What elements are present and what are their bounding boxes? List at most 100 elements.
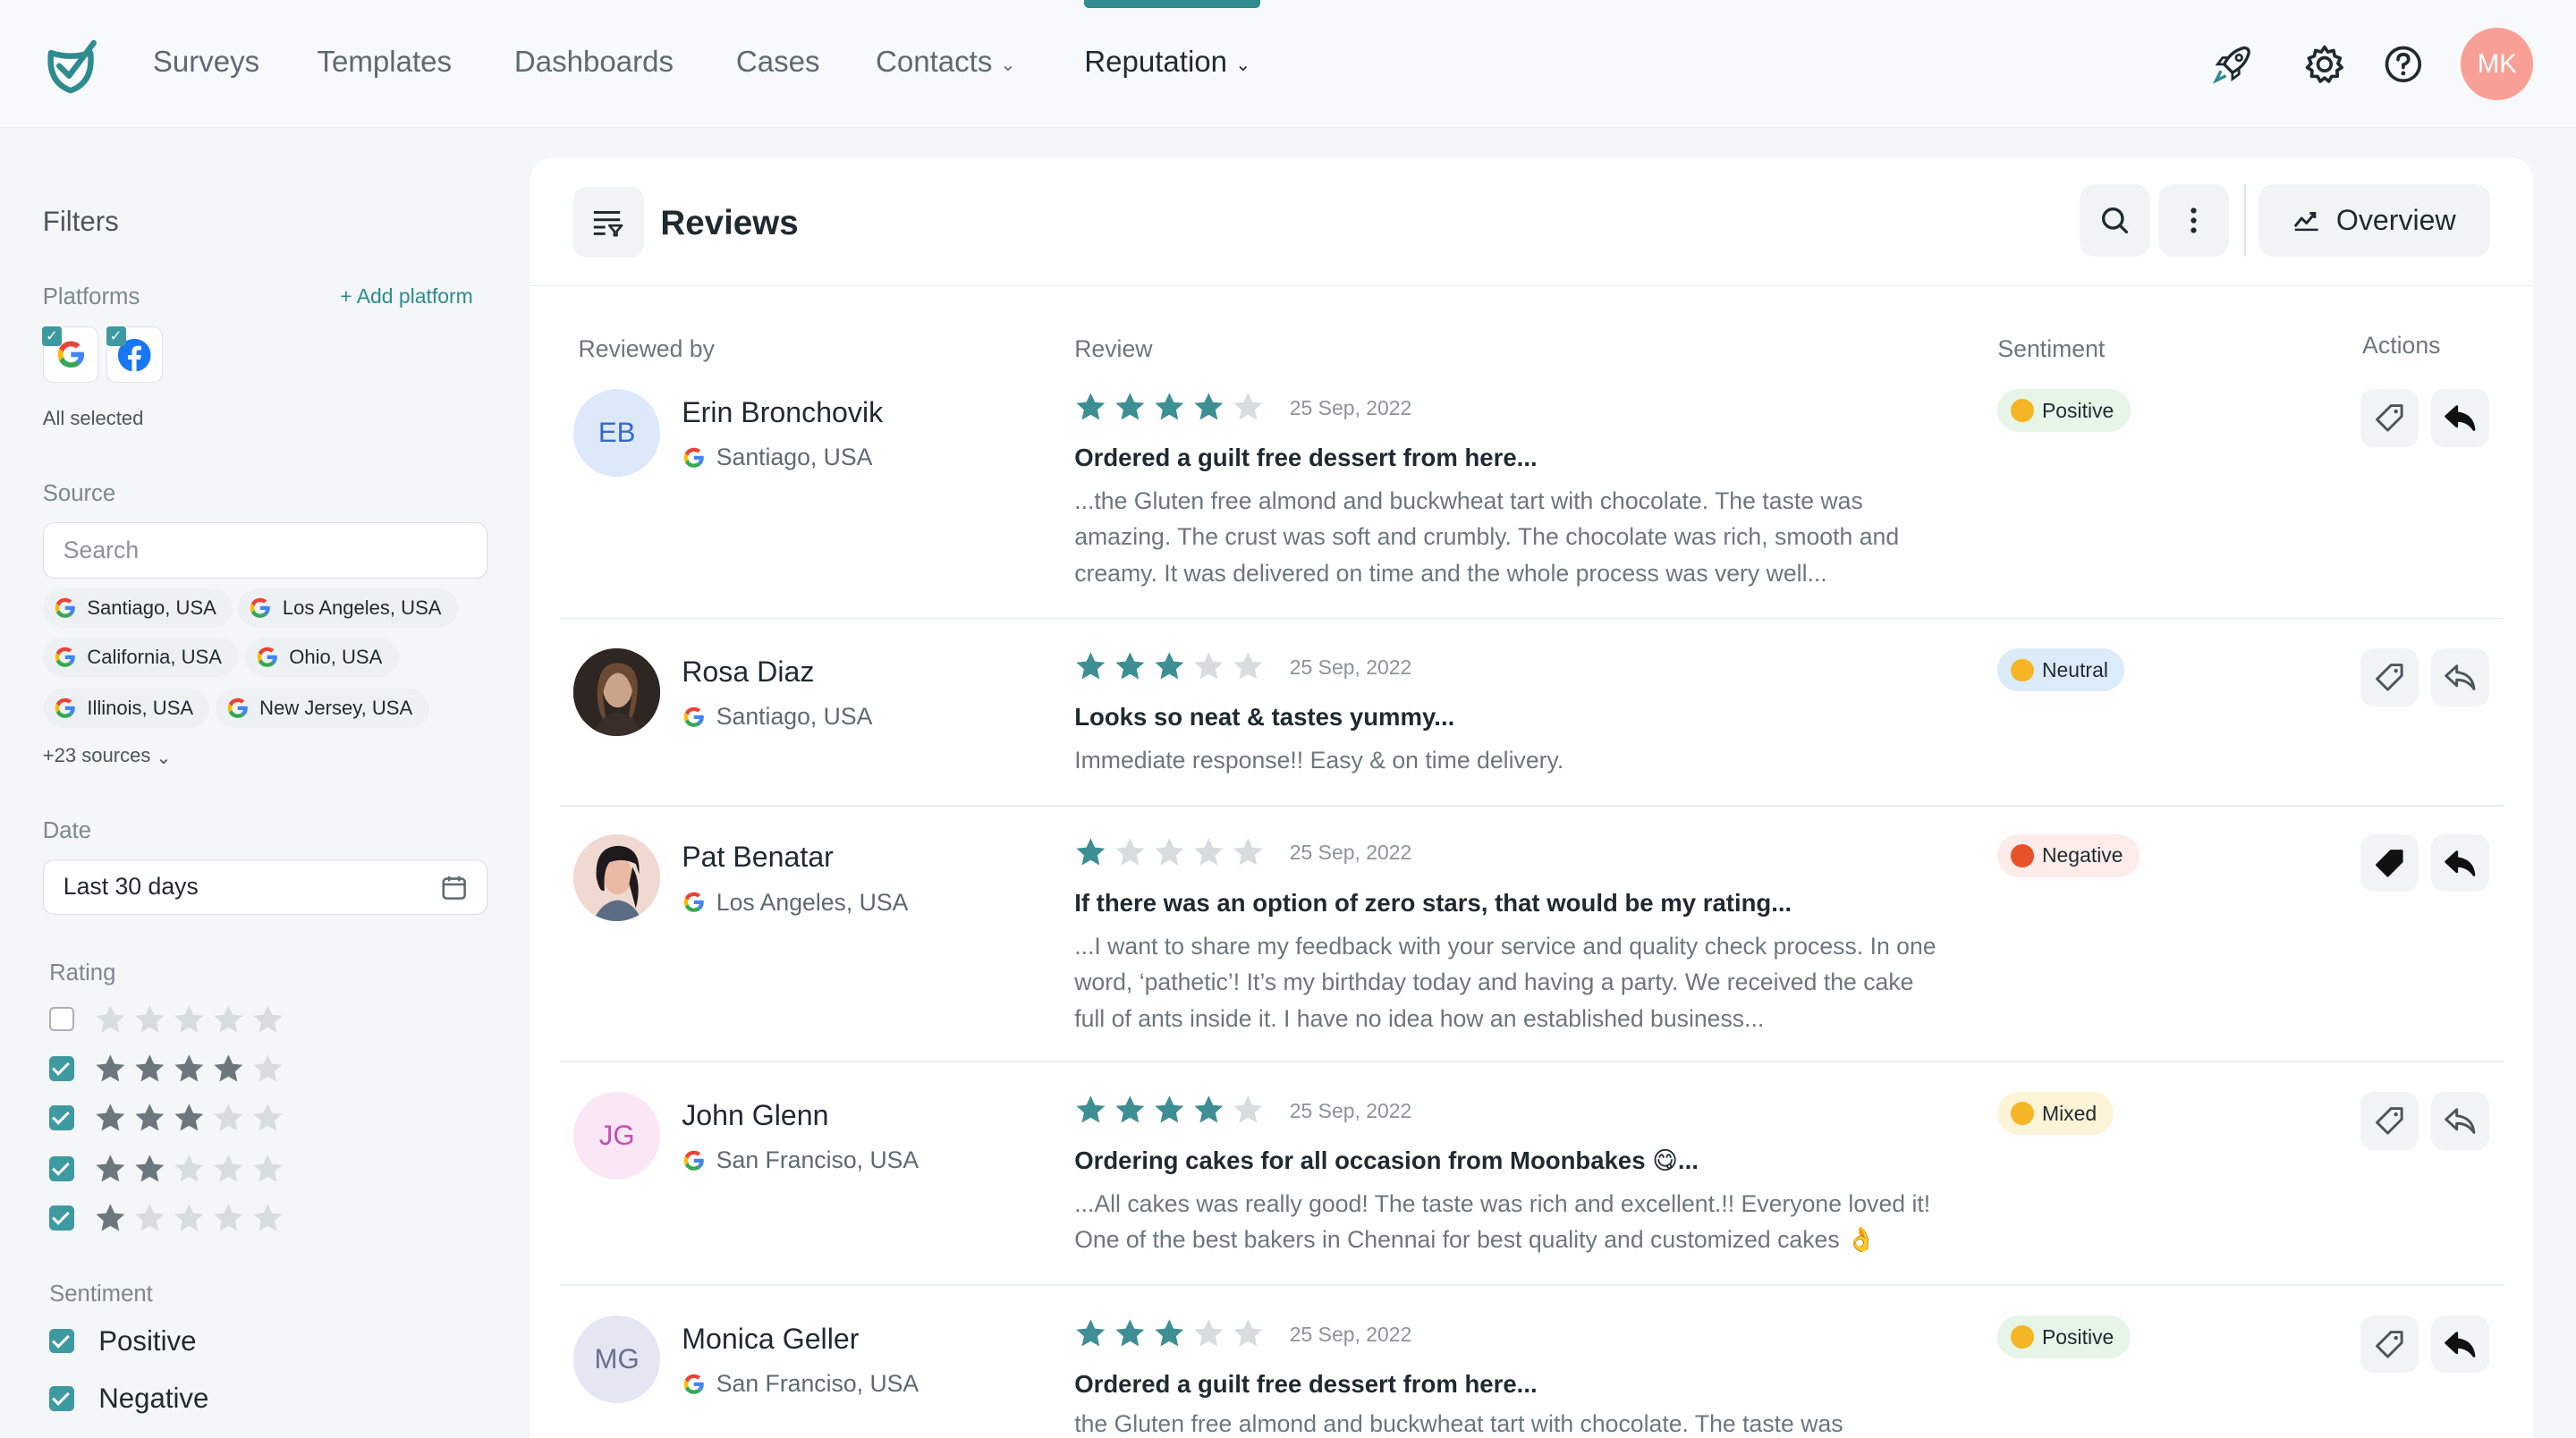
more-options-button[interactable] [2158,183,2230,257]
star-icon [214,1204,243,1231]
check-icon: ✓ [41,326,62,346]
star-icon [1155,1095,1184,1123]
rating-4-checkbox[interactable] [49,1055,74,1081]
source-chip[interactable]: Santiago, USA [42,588,233,628]
app-logo-icon[interactable] [41,33,100,96]
review-date: 25 Sep, 2022 [1289,841,1412,865]
google-icon [255,645,280,670]
user-photo-icon [573,834,661,922]
check-icon: ✓ [106,326,126,346]
platform-google[interactable]: ✓ [41,326,99,383]
search-button[interactable] [2080,183,2151,257]
review-rating [1074,1317,1265,1350]
reply-button[interactable] [2431,389,2489,447]
reply-button[interactable] [2431,1092,2489,1150]
rating-5-checkbox[interactable] [49,1006,74,1032]
reviewer-name: Pat Benatar [682,841,834,874]
nav-reputation[interactable]: Reputation ⌄ [1084,46,1250,80]
google-icon [682,1148,707,1173]
avatar [573,648,661,736]
review-date: 25 Sep, 2022 [1289,1098,1412,1122]
platform-facebook[interactable]: ✓ [106,326,163,383]
tag-button[interactable] [2360,1315,2419,1374]
rating-3-checkbox[interactable] [49,1105,74,1130]
reply-button[interactable] [2431,834,2489,892]
star-icon [1194,393,1224,420]
reviewer-name: Rosa Diaz [682,655,815,688]
chevron-down-icon: ⌄ [1000,55,1016,75]
source-chip[interactable]: Illinois, USA [42,688,210,728]
header-divider [2243,183,2246,257]
filter-list-icon [593,211,623,237]
more-sources-toggle[interactable]: +23 sources ⌄ [43,744,172,768]
google-icon [682,445,707,470]
sentiment-badge: Positive [1997,389,2131,433]
help-icon[interactable] [2379,39,2428,89]
rating-label: Rating [49,960,116,986]
star-icon [1155,652,1184,680]
nav-dashboards[interactable]: Dashboards [514,46,674,80]
reply-button[interactable] [2431,1315,2489,1374]
rocket-icon[interactable] [2208,39,2258,89]
sentiment-badge: Mixed [1997,1092,2114,1136]
list-view-button[interactable] [573,187,644,258]
star-icon [1194,1095,1224,1123]
tag-button[interactable] [2360,389,2419,447]
tag-button[interactable] [2360,834,2419,892]
nav-templates[interactable]: Templates [317,46,452,80]
chevron-down-icon: ⌄ [1235,55,1251,75]
star-icon [135,1204,165,1231]
google-icon [682,890,707,915]
tag-icon [2373,847,2406,880]
source-chip[interactable]: Ohio, USA [244,637,399,677]
more-vertical-icon [2190,207,2198,233]
star-icon [174,1204,204,1231]
nav-contacts[interactable]: Contacts ⌄ [876,46,1016,80]
platforms-status: All selected [42,407,144,430]
star-icon [253,1155,283,1182]
date-range-select[interactable]: Last 30 days [42,859,488,916]
source-label: Source [42,481,116,507]
user-avatar[interactable]: MK [2461,28,2534,101]
rating-1-checkbox[interactable] [49,1205,74,1231]
star-icon [253,1054,283,1082]
source-chip[interactable]: California, USA [42,637,239,677]
review-body: ...All cakes was really good! The taste … [1074,1190,1931,1254]
sentiment-badge: Negative [1997,834,2140,877]
nav-surveys[interactable]: Surveys [153,46,259,80]
source-chip[interactable]: New Jersey, USA [215,688,429,728]
overview-button[interactable]: Overview [2258,183,2491,257]
gear-icon[interactable] [2300,39,2349,89]
column-actions: Actions [2362,332,2441,359]
star-icon [1076,393,1106,420]
filters-title: Filters [42,205,119,237]
source-search-input[interactable]: Search [42,522,488,579]
star-icon [174,1155,204,1182]
star-icon [214,1054,243,1082]
column-sentiment: Sentiment [1997,334,2106,362]
rating-2-checkbox[interactable] [49,1156,74,1181]
rating-stars [94,1003,284,1036]
reply-icon [2444,1106,2477,1136]
reply-icon [2444,663,2477,692]
star-icon [174,1054,204,1082]
angry-face-icon [2011,844,2034,867]
add-platform-link[interactable]: + Add platform [340,284,473,309]
avatar: MG [573,1315,661,1403]
sentiment-positive-checkbox[interactable] [49,1328,74,1354]
reply-icon [2444,403,2477,433]
source-chip[interactable]: Los Angeles, USA [238,588,458,628]
tag-icon [2373,1104,2406,1138]
google-icon [53,596,78,621]
tag-button[interactable] [2360,1092,2419,1150]
tag-button[interactable] [2360,648,2419,706]
reply-button[interactable] [2431,648,2489,706]
rating-stars [94,1202,284,1235]
star-icon [96,1054,125,1082]
star-icon [96,1155,125,1182]
reviewer-location: Santiago, USA [682,444,872,471]
date-label: Date [42,817,92,843]
sentiment-negative-checkbox[interactable] [49,1386,74,1411]
nav-cases[interactable]: Cases [736,46,820,80]
star-icon [1115,1095,1145,1123]
